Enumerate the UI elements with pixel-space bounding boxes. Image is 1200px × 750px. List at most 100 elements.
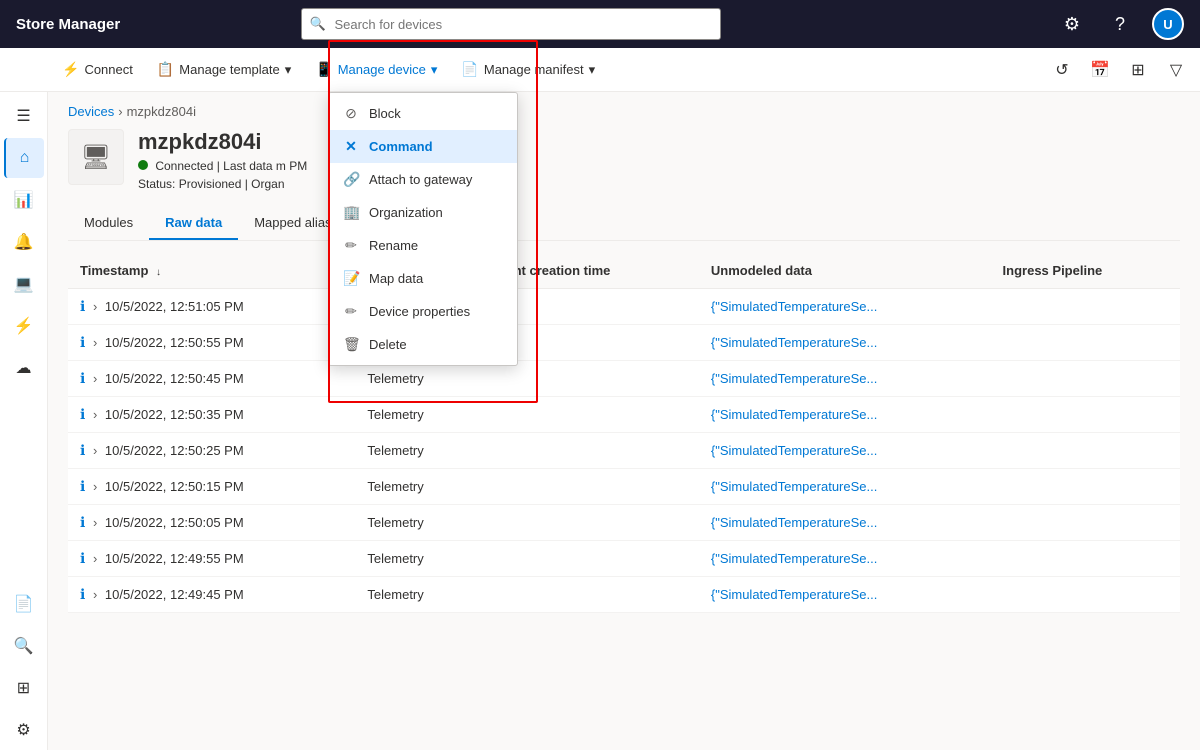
status-suffix: PM	[289, 159, 307, 173]
refresh-button[interactable]: ↺	[1046, 54, 1078, 86]
cell-timestamp: ℹ › 10/5/2022, 12:49:55 PM	[68, 541, 355, 577]
cell-ingress	[991, 433, 1180, 469]
cell-unmodeled: {"SimulatedTemperatureSe...	[699, 541, 991, 577]
device-status: Connected | Last data m PM	[138, 159, 307, 173]
info-icon[interactable]: ℹ	[80, 334, 85, 350]
cell-ingress	[991, 469, 1180, 505]
col-empty	[355, 253, 478, 289]
expand-icon[interactable]: ›	[93, 515, 97, 530]
expand-icon[interactable]: ›	[93, 479, 97, 494]
cell-ingress	[991, 505, 1180, 541]
sidebar-item-menu[interactable]: ☰	[4, 96, 44, 136]
info-icon[interactable]: ℹ	[80, 406, 85, 422]
sidebar-item-rules[interactable]: ⚡	[4, 306, 44, 346]
device-type-icon: 🖥	[81, 143, 111, 172]
gear-icon: ⚙	[1064, 14, 1080, 35]
cell-event-creation	[478, 325, 698, 361]
chevron-down-icon: ▾	[285, 62, 292, 78]
layout-icon: ⊞	[1131, 60, 1144, 80]
cell-event-creation	[478, 397, 698, 433]
sidebar-item-settings[interactable]: ⚙	[4, 710, 44, 750]
settings-button[interactable]: ⚙	[1056, 8, 1088, 40]
sidebar-item-home[interactable]: ⌂	[4, 138, 44, 178]
status-dot	[138, 160, 148, 170]
chevron-down-icon3: ▾	[589, 62, 596, 78]
help-icon: ?	[1115, 14, 1125, 35]
cell-event-creation	[478, 505, 698, 541]
cell-timestamp: ℹ › 10/5/2022, 12:50:45 PM	[68, 361, 355, 397]
sidebar-item-chart[interactable]: 📊	[4, 180, 44, 220]
cell-ingress	[991, 397, 1180, 433]
cell-ingress	[991, 361, 1180, 397]
cell-timestamp: ℹ › 10/5/2022, 12:50:35 PM	[68, 397, 355, 433]
subnav: ⚡ Connect 📋 Manage template ▾ 📱 Manage d…	[0, 48, 1200, 92]
avatar[interactable]: U	[1152, 8, 1184, 40]
help-button[interactable]: ?	[1104, 8, 1136, 40]
cell-event-creation	[478, 433, 698, 469]
sidebar-item-device[interactable]: 💻	[4, 264, 44, 304]
manage-manifest-button[interactable]: 📄 Manage manifest ▾	[451, 52, 605, 88]
cell-timestamp: ℹ › 10/5/2022, 12:50:15 PM	[68, 469, 355, 505]
device-icon-box: 🖥	[68, 129, 124, 185]
connect-label: Connect	[84, 62, 132, 77]
cell-unmodeled: {"SimulatedTemperatureSe...	[699, 325, 991, 361]
manage-template-button[interactable]: 📋 Manage template ▾	[147, 52, 301, 88]
layout-button[interactable]: ⊞	[1122, 54, 1154, 86]
chevron-down-icon2: ▾	[431, 62, 438, 78]
table-row: ℹ › 10/5/2022, 12:50:55 PM Telemetry {"S…	[68, 325, 1180, 361]
col-unmodeled: Unmodeled data	[699, 253, 991, 289]
info-icon[interactable]: ℹ	[80, 298, 85, 314]
sidebar-item-search[interactable]: 🔍	[4, 626, 44, 666]
info-icon[interactable]: ℹ	[80, 442, 85, 458]
tab-modules[interactable]: Modules	[68, 207, 149, 240]
cell-type: Telemetry	[355, 469, 478, 505]
expand-icon[interactable]: ›	[93, 551, 97, 566]
info-icon[interactable]: ℹ	[80, 478, 85, 494]
sidebar-item-cloud[interactable]: ☁	[4, 348, 44, 388]
main-layout: ☰ ⌂ 📊 🔔 💻 ⚡ ☁ 📄 🔍 ⊞ ⚙ Devices › mzpkdz80…	[0, 92, 1200, 750]
col-timestamp: Timestamp ↓	[68, 253, 355, 289]
app-title: Store Manager	[16, 16, 120, 33]
expand-icon[interactable]: ›	[93, 299, 97, 314]
expand-icon[interactable]: ›	[93, 371, 97, 386]
table-row: ℹ › 10/5/2022, 12:50:15 PM Telemetry {"S…	[68, 469, 1180, 505]
cell-type: Telemetry	[355, 361, 478, 397]
search-input[interactable]	[301, 8, 721, 40]
sidebar-item-alert[interactable]: 🔔	[4, 222, 44, 262]
subnav-actions: ↺ 📅 ⊞ ▽	[1046, 54, 1192, 86]
calendar-button[interactable]: 📅	[1084, 54, 1116, 86]
info-icon[interactable]: ℹ	[80, 586, 85, 602]
sort-icon: ↓	[156, 267, 161, 278]
cell-type: Telemetry	[355, 397, 478, 433]
cell-unmodeled: {"SimulatedTemperatureSe...	[699, 361, 991, 397]
search-icon: 🔍	[309, 16, 325, 32]
manifest-icon: 📄	[461, 61, 478, 78]
sidebar-item-grid[interactable]: ⊞	[4, 668, 44, 708]
tab-raw-data[interactable]: Raw data	[149, 207, 238, 240]
cell-ingress	[991, 577, 1180, 613]
connect-button[interactable]: ⚡ Connect	[52, 52, 143, 88]
expand-icon[interactable]: ›	[93, 443, 97, 458]
filter-button[interactable]: ▽	[1160, 54, 1192, 86]
breadcrumb-devices[interactable]: Devices	[68, 104, 114, 119]
cell-type: Telemetry	[355, 325, 478, 361]
device-provisioned: Status: Provisioned | Organ	[138, 177, 307, 191]
sidebar-item-file[interactable]: 📄	[4, 584, 44, 624]
expand-icon[interactable]: ›	[93, 407, 97, 422]
manage-manifest-label: Manage manifest	[484, 62, 584, 77]
expand-icon[interactable]: ›	[93, 335, 97, 350]
tab-mapped-aliases[interactable]: Mapped aliases	[238, 207, 361, 240]
cell-ingress	[991, 289, 1180, 325]
info-icon[interactable]: ℹ	[80, 370, 85, 386]
info-icon[interactable]: ℹ	[80, 514, 85, 530]
table-row: ℹ › 10/5/2022, 12:49:55 PM Telemetry {"S…	[68, 541, 1180, 577]
manage-template-label: Manage template	[179, 62, 279, 77]
manage-device-button[interactable]: 📱 Manage device ▾	[305, 52, 447, 88]
cell-event-creation	[478, 469, 698, 505]
info-icon[interactable]: ℹ	[80, 550, 85, 566]
breadcrumb-sep: ›	[118, 104, 122, 119]
expand-icon[interactable]: ›	[93, 587, 97, 602]
cell-unmodeled: {"SimulatedTemperatureSe...	[699, 397, 991, 433]
cell-unmodeled: {"SimulatedTemperatureSe...	[699, 289, 991, 325]
device-info: mzpkdz804i Connected | Last data m PM St…	[138, 129, 307, 191]
